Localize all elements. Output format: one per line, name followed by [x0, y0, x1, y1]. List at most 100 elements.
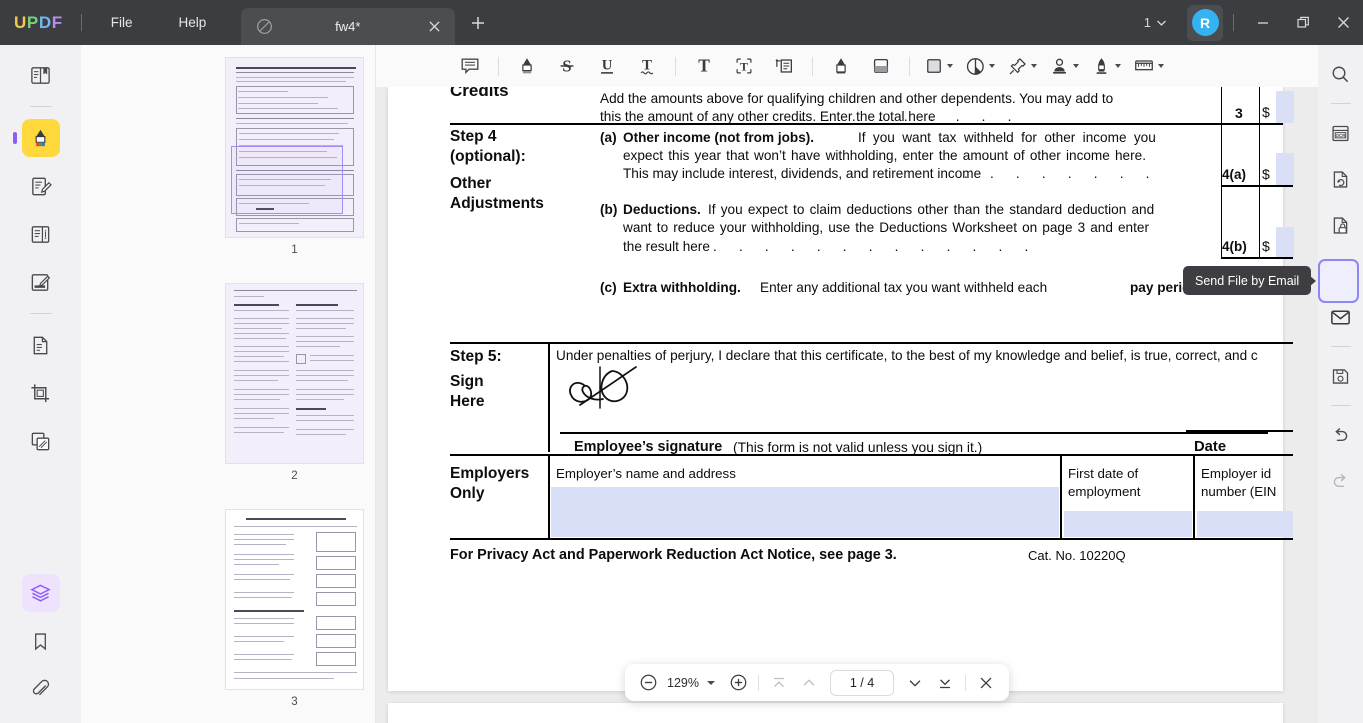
menu-help[interactable]: Help [165, 10, 219, 35]
doc-signature-label-bold: Employee’s signature [574, 439, 723, 455]
doc-step4-title-1: Step 4 [450, 128, 497, 145]
doc-step4-title-4: Adjustments [450, 195, 544, 212]
doc-field-employer-name[interactable] [551, 487, 1059, 537]
instance-count-button[interactable]: 1 [1136, 10, 1175, 35]
eraser-tool[interactable] [864, 50, 898, 82]
doc-field-4a[interactable] [1276, 153, 1294, 185]
rail-divider [29, 106, 52, 107]
last-page-button[interactable] [930, 669, 960, 697]
thumbnail-page-1[interactable]: 1 [225, 57, 364, 256]
pencil-tool[interactable] [824, 50, 858, 82]
logo-letter-p: P [26, 12, 39, 32]
close-window-icon[interactable] [1323, 0, 1363, 45]
sidebar-item-crop[interactable] [22, 374, 60, 412]
sidebar-item-compare[interactable] [22, 422, 60, 460]
doc-field-first-date[interactable] [1064, 511, 1192, 537]
stamp-signature-tool[interactable] [1046, 50, 1082, 82]
tooltip-text: Send File by Email [1195, 273, 1300, 288]
sidebar-item-convert[interactable] [22, 326, 60, 364]
bookmark-icon [30, 631, 51, 652]
doc-rule-v [548, 454, 550, 538]
doc-item-a-bold: Other income (not from jobs). [623, 130, 815, 145]
thumbnail-page-3[interactable]: 3 [225, 509, 364, 708]
toolbar-divider-4 [909, 56, 910, 76]
doc-perjury-text: Under penalties of perjury, I declare th… [556, 348, 1258, 363]
new-tab-button[interactable] [463, 8, 493, 38]
text-box-tool[interactable]: T [727, 50, 761, 82]
bottom-divider-1 [758, 674, 759, 691]
edit-pdf-icon [29, 175, 52, 198]
doc-field-credits[interactable] [1276, 91, 1294, 123]
callout-tool[interactable] [767, 50, 801, 82]
stamp-tool[interactable] [1004, 50, 1040, 82]
rail-divider-2 [29, 313, 52, 314]
tab-close-icon[interactable] [421, 20, 447, 33]
thumbnail-page-2[interactable]: 2 [225, 283, 364, 482]
shapes-icon [924, 56, 944, 76]
underline-tool[interactable]: U [590, 50, 624, 82]
doc-ein-line-2: number (EIN [1201, 484, 1277, 499]
doc-field-ein[interactable] [1197, 511, 1293, 537]
undo-button[interactable] [1324, 418, 1358, 452]
sidebar-item-comment[interactable] [12, 119, 60, 157]
sticky-note-tool[interactable] [453, 50, 487, 82]
window-controls-group: 1 R [1136, 0, 1363, 45]
sidebar-item-attachments[interactable] [22, 670, 60, 708]
chevron-down-icon [1031, 64, 1037, 68]
doc-field-4b[interactable] [1276, 227, 1294, 257]
search-button[interactable] [1324, 57, 1358, 91]
page-indicator[interactable]: 1 / 4 [830, 669, 894, 696]
avatar-button[interactable]: R [1187, 4, 1223, 41]
sidebar-item-reader[interactable] [22, 56, 60, 94]
save-button[interactable] [1324, 359, 1358, 393]
stickers-tool[interactable] [962, 50, 998, 82]
close-navigation-button[interactable] [971, 669, 1001, 697]
updf-logo[interactable]: UPDF [14, 13, 63, 33]
next-page-button[interactable] [900, 669, 930, 697]
measure-tool[interactable] [1130, 50, 1167, 82]
highlight-tool[interactable] [510, 50, 544, 82]
toolbar-divider-2 [675, 56, 676, 76]
logo-letter-d: D [38, 12, 52, 32]
zoom-out-button[interactable] [633, 669, 663, 697]
sidebar-item-fill-and-sign[interactable] [22, 263, 60, 301]
squiggly-underline-tool[interactable]: T [630, 50, 664, 82]
doc-item-a-letter: (a) [600, 130, 617, 145]
doc-step5-line-3: Here [450, 393, 485, 410]
ocr-button[interactable]: OCR [1324, 116, 1358, 150]
shapes-tool[interactable] [921, 50, 956, 82]
convert-button[interactable] [1324, 162, 1358, 196]
sidebar-item-layers[interactable] [21, 574, 60, 612]
page-thumbnail-panel[interactable]: 1 2 3 [81, 45, 376, 723]
strikethrough-tool[interactable]: S [550, 50, 584, 82]
text-tool[interactable]: T [687, 50, 721, 82]
minimize-icon[interactable] [1243, 0, 1283, 45]
crop-page-icon [29, 382, 52, 405]
signature-tool[interactable] [1088, 50, 1124, 82]
chevron-down-icon [1115, 64, 1121, 68]
thumbnail-image-2 [225, 283, 364, 464]
layers-icon [29, 582, 52, 605]
redo-icon [1330, 471, 1351, 492]
send-email-button[interactable] [1324, 300, 1358, 334]
restore-icon[interactable] [1283, 0, 1323, 45]
menu-file[interactable]: File [98, 10, 146, 35]
document-viewport[interactable]: Credits Add the amounts above for qualif… [376, 87, 1363, 723]
doc-rule-v [1259, 123, 1261, 257]
sidebar-item-edit-pdf[interactable] [22, 167, 60, 205]
sidebar-item-organize-pages[interactable] [22, 215, 60, 253]
strikethrough-icon: S [556, 55, 578, 77]
signature-ink[interactable] [564, 363, 694, 423]
redo-button[interactable] [1324, 464, 1358, 498]
titlebar-divider [80, 14, 82, 31]
svg-text:OCR: OCR [1336, 133, 1347, 138]
zoom-level-label[interactable]: 129% [663, 676, 703, 690]
zoom-dropdown-icon[interactable] [707, 680, 715, 685]
tab-fw4[interactable]: fw4* [241, 8, 456, 45]
sidebar-item-bookmarks[interactable] [22, 622, 60, 660]
zoom-in-button[interactable] [723, 669, 753, 697]
previous-page-button[interactable] [794, 669, 824, 697]
first-page-button[interactable] [764, 669, 794, 697]
doc-step4-title-2: (optional): [450, 148, 526, 165]
protect-button[interactable] [1324, 208, 1358, 242]
